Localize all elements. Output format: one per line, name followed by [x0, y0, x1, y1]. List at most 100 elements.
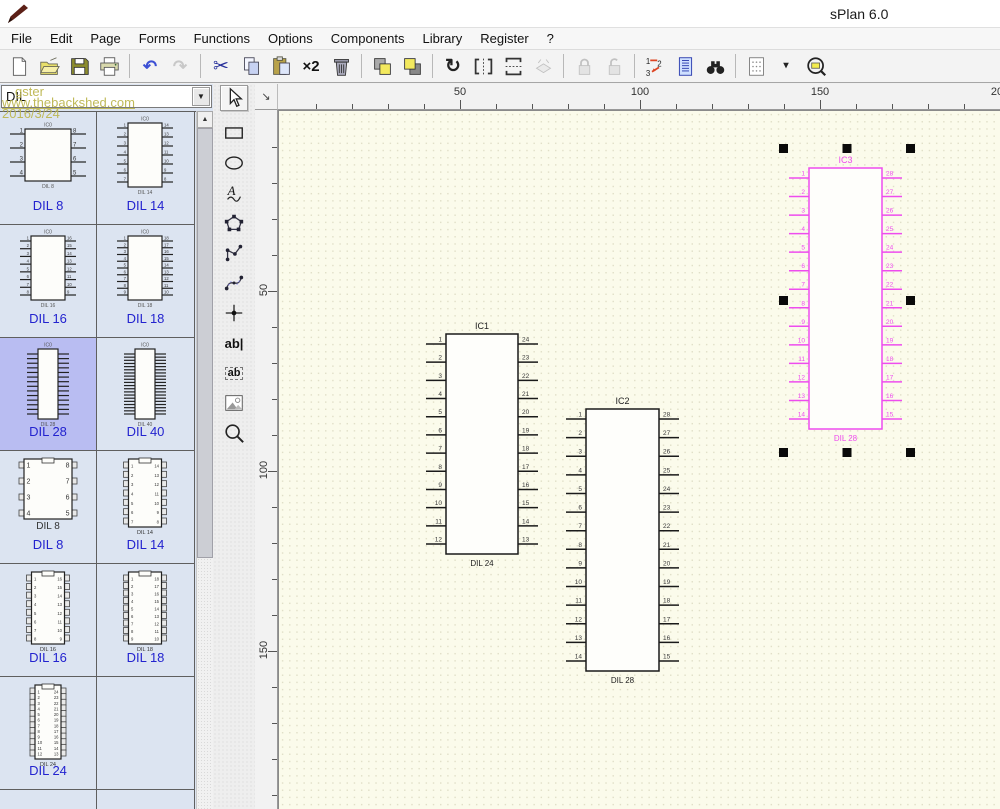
mirror-vertical-button[interactable] — [499, 53, 527, 80]
tool-bezier-button[interactable] — [220, 270, 248, 296]
delete-button[interactable] — [327, 53, 355, 80]
selection-handle[interactable] — [906, 448, 915, 457]
svg-text:22: 22 — [886, 282, 894, 289]
svg-text:12: 12 — [164, 141, 169, 146]
selection-handle[interactable] — [843, 144, 852, 153]
menu-item-forms[interactable]: Forms — [130, 29, 185, 48]
duplicate-button[interactable]: ×2 — [297, 53, 325, 80]
menu-item-functions[interactable]: Functions — [185, 29, 259, 48]
library-item-dil-14-symbol[interactable]: 1142133124115106978IC0DIL 14DIL 14 — [97, 112, 195, 225]
svg-text:1: 1 — [27, 463, 31, 470]
svg-text:5: 5 — [124, 263, 127, 268]
scrollbar-thumb[interactable] — [197, 128, 213, 558]
svg-text:1: 1 — [27, 236, 30, 241]
bring-to-front-button[interactable] — [368, 53, 396, 80]
svg-text:8: 8 — [801, 300, 805, 307]
tool-zoom-button[interactable] — [220, 420, 248, 446]
selection-handle[interactable] — [779, 296, 788, 305]
svg-text:13: 13 — [57, 602, 62, 607]
svg-text:12: 12 — [154, 482, 159, 487]
auto-numbering-button[interactable]: 123 — [641, 53, 669, 80]
library-cell-empty[interactable] — [97, 677, 195, 790]
open-file-button[interactable] — [35, 53, 63, 80]
svg-text:11: 11 — [435, 518, 442, 525]
new-file-button[interactable] — [5, 53, 33, 80]
svg-text:15: 15 — [57, 585, 62, 590]
svg-text:3: 3 — [801, 208, 805, 215]
menu-item-page[interactable]: Page — [81, 29, 129, 48]
canvas-svg[interactable]: 124223322421520619718817916101511141213I… — [279, 111, 1000, 809]
menu-item-help[interactable]: ? — [538, 29, 563, 48]
paste-button[interactable] — [267, 53, 295, 80]
library-item-dil-24-package[interactable]: 124223322421520619718817916101511141213D… — [0, 677, 97, 790]
svg-text:15: 15 — [886, 412, 894, 419]
tool-ellipse-button[interactable] — [220, 150, 248, 176]
selection-handle[interactable] — [906, 144, 915, 153]
svg-text:18: 18 — [522, 446, 530, 453]
search-button[interactable] — [701, 53, 729, 80]
print-button[interactable] — [95, 53, 123, 80]
grid-dropdown-button[interactable]: ▾ — [772, 53, 800, 80]
menu-item-edit[interactable]: Edit — [41, 29, 81, 48]
undo-button[interactable]: ↶ — [136, 53, 164, 80]
library-cell-empty[interactable] — [0, 790, 97, 809]
ruler-tick — [532, 104, 533, 109]
selection-handle[interactable] — [843, 448, 852, 457]
library-filter-combobox[interactable]: DIL ▼ — [1, 85, 212, 108]
tool-text-button[interactable]: ab| — [220, 330, 248, 356]
tool-polygon-button[interactable] — [220, 210, 248, 236]
svg-text:13: 13 — [522, 537, 530, 544]
send-to-back-button[interactable] — [398, 53, 426, 80]
library-item-dil-18-package[interactable]: 118217316415514613712811910DIL 18DIL 18 — [97, 564, 195, 677]
library-item-dil-8-package[interactable]: 18273645DIL 8DIL 8 — [0, 451, 97, 564]
tool-polyline-button[interactable] — [220, 240, 248, 266]
library-item-dil-18-symbol[interactable]: 118217316415514613712811910IC0DIL 18DIL … — [97, 225, 195, 338]
tool-rectangle-button[interactable] — [220, 120, 248, 146]
schematic-canvas[interactable]: 124223322421520619718817916101511141213I… — [278, 110, 1000, 809]
svg-text:7: 7 — [124, 276, 127, 281]
tool-image-button[interactable] — [220, 390, 248, 416]
library-item-dil-28-symbol[interactable]: IC0DIL 28DIL 28 — [0, 338, 97, 451]
rotate-button[interactable]: ↻ — [439, 53, 467, 80]
menu-item-file[interactable]: File — [2, 29, 41, 48]
library-item-dil-14-package[interactable]: 1142133124115106978DIL 14DIL 14 — [97, 451, 195, 564]
library-cell-empty[interactable] — [97, 790, 195, 809]
library-scrollbar[interactable]: ▲ — [196, 111, 213, 809]
svg-text:9: 9 — [67, 290, 70, 295]
tool-text-box-button[interactable]: ab — [220, 360, 248, 386]
svg-text:15: 15 — [54, 740, 59, 745]
copy-button[interactable] — [237, 53, 265, 80]
selection-handle[interactable] — [779, 448, 788, 457]
library-item-dil-16-package[interactable]: 11621531441351261171089DIL 16DIL 16 — [0, 564, 97, 677]
svg-text:19: 19 — [663, 579, 671, 586]
zoom-page-button[interactable] — [802, 53, 830, 80]
cut-button[interactable]: ✂ — [207, 53, 235, 80]
tool-pointer-button[interactable] — [220, 85, 248, 111]
svg-text:24: 24 — [54, 690, 59, 695]
component-list-button[interactable] — [671, 53, 699, 80]
save-button[interactable] — [65, 53, 93, 80]
selection-handle[interactable] — [779, 144, 788, 153]
ruler-tick — [272, 183, 277, 184]
svg-text:19: 19 — [886, 337, 894, 344]
menu-item-components[interactable]: Components — [322, 29, 414, 48]
library-item-dil-40-symbol[interactable]: IC0DIL 40DIL 40 — [97, 338, 195, 451]
selection-handle[interactable] — [906, 296, 915, 305]
schematic-component-ic3[interactable]: 1282273264255246237228219201019111812171… — [779, 144, 915, 457]
tool-node-button[interactable] — [220, 300, 248, 326]
library-item-dil-8-symbol[interactable]: 18273645IC0DIL 8DIL 8 — [0, 112, 97, 225]
tool-special-form-button[interactable]: A — [220, 180, 248, 206]
svg-text:4: 4 — [801, 226, 805, 233]
menu-item-options[interactable]: Options — [259, 29, 322, 48]
scrollbar-up-icon[interactable]: ▲ — [197, 111, 213, 128]
toolbar-separator — [735, 54, 736, 78]
grid-settings-button[interactable] — [742, 53, 770, 80]
library-item-dil-16-symbol[interactable]: 11621531441351261171089IC0DIL 16DIL 16 — [0, 225, 97, 338]
schematic-component-ic1[interactable]: 124223322421520619718817916101511141213I… — [426, 321, 538, 568]
mirror-horizontal-button[interactable] — [469, 53, 497, 80]
schematic-component-ic2[interactable]: 1282273264255246237228219201019111812171… — [566, 396, 679, 685]
combobox-dropdown-icon[interactable]: ▼ — [192, 87, 210, 106]
menu-item-register[interactable]: Register — [471, 29, 537, 48]
component-library-sidebar: DIL ▼ 18273645IC0DIL 8DIL 81142133124115… — [0, 84, 213, 809]
menu-item-library[interactable]: Library — [413, 29, 471, 48]
